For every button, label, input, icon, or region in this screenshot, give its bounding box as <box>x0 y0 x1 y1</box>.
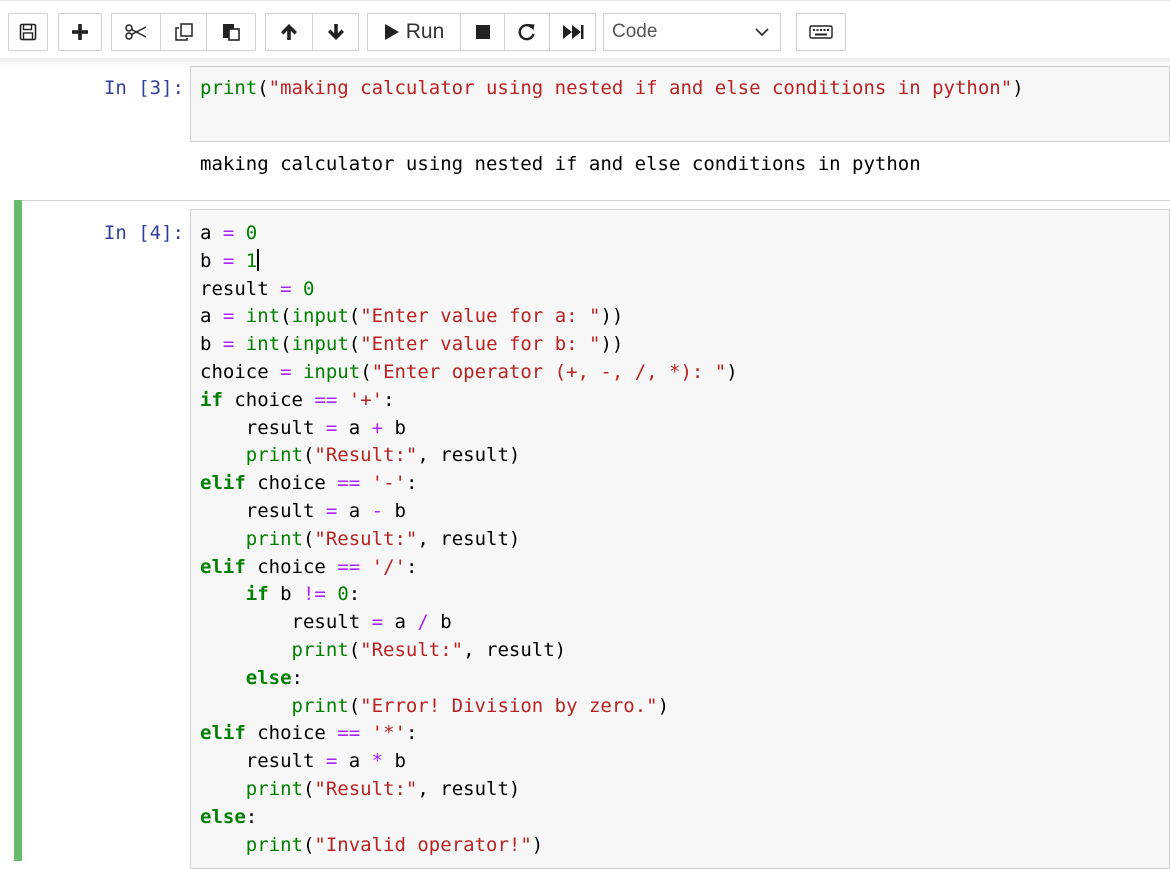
run-label: Run <box>405 20 445 43</box>
toolbar-shadow <box>0 58 1170 66</box>
code-line: a = 0 <box>200 222 258 244</box>
code-line: print("Result:", result) <box>245 527 521 550</box>
code-line: if b != 0: <box>245 583 361 606</box>
cell-type-value: Code <box>612 21 658 42</box>
code-line: print("Invalid operator!") <box>245 833 544 856</box>
interrupt-button[interactable] <box>460 13 505 51</box>
code-line: print("Result:", result) <box>245 444 521 467</box>
paste-icon <box>223 24 240 41</box>
code-line: if choice == '+': <box>200 388 395 411</box>
code-line: else: <box>245 666 303 689</box>
code-line: a = int(input("Enter value for a: ")) <box>200 305 624 328</box>
save-button[interactable] <box>8 13 48 51</box>
restart-run-all-button[interactable] <box>549 13 596 51</box>
stop-icon <box>475 25 490 39</box>
move-down-button[interactable] <box>312 13 359 51</box>
code-input-area[interactable]: print("making calculator using nested if… <box>190 66 1170 142</box>
restart-icon <box>518 23 535 41</box>
text-cursor <box>257 248 260 271</box>
code-input-area[interactable]: a = 0 b = 1 result = 0 a = int(input("En… <box>190 209 1170 869</box>
cell-output: making calculator using nested if and el… <box>200 153 921 175</box>
run-icon <box>384 24 399 40</box>
code-line: print("Result:", result) <box>291 638 567 661</box>
cut-icon <box>125 24 147 40</box>
code-line: result = a * b <box>200 750 406 773</box>
code-line: b = 1 <box>200 248 260 272</box>
code-line: print("Error! Division by zero.") <box>291 694 670 717</box>
code-line: else: <box>200 805 258 828</box>
paste-button[interactable] <box>206 13 256 51</box>
input-prompt: In [3]: <box>103 77 184 99</box>
move-up-button[interactable] <box>265 13 313 51</box>
code-line: print("Result:", result) <box>245 777 521 800</box>
code-line: print("making calculator using nested if… <box>200 77 1024 99</box>
code-line: elif choice == '-': <box>200 472 418 495</box>
code-line: elif choice == '/': <box>200 555 418 578</box>
restart-button[interactable] <box>504 13 550 51</box>
code-line: elif choice == '*': <box>200 722 418 745</box>
code-line: result = a / b <box>200 611 452 634</box>
code-editor[interactable]: a = 0 b = 1 result = 0 a = int(input("En… <box>200 220 738 859</box>
arrow-up-icon <box>281 24 297 40</box>
chevron-down-icon <box>755 28 769 37</box>
fast-forward-icon <box>562 25 583 39</box>
code-line: result = a - b <box>200 499 406 522</box>
cell-type-select[interactable]: Code <box>603 13 781 51</box>
code-line: result = a + b <box>200 416 406 439</box>
notebook-toolbar: Run Code <box>0 0 1170 59</box>
code-line: choice = input("Enter operator (+, -, /,… <box>200 360 738 383</box>
keyboard-icon <box>809 25 833 39</box>
code-line: b = int(input("Enter value for b: ")) <box>200 333 624 356</box>
insert-cell-button[interactable] <box>58 13 102 51</box>
command-palette-button[interactable] <box>796 13 846 51</box>
run-button[interactable]: Run <box>367 13 461 51</box>
selected-cell-indicator <box>14 200 22 861</box>
code-line: result = 0 <box>200 277 315 300</box>
input-prompt: In [4]: <box>103 222 184 244</box>
copy-button[interactable] <box>160 13 207 51</box>
plus-icon <box>72 24 88 40</box>
save-icon <box>19 23 37 41</box>
arrow-down-icon <box>327 24 344 40</box>
cut-button[interactable] <box>111 13 161 51</box>
copy-icon <box>174 23 193 41</box>
